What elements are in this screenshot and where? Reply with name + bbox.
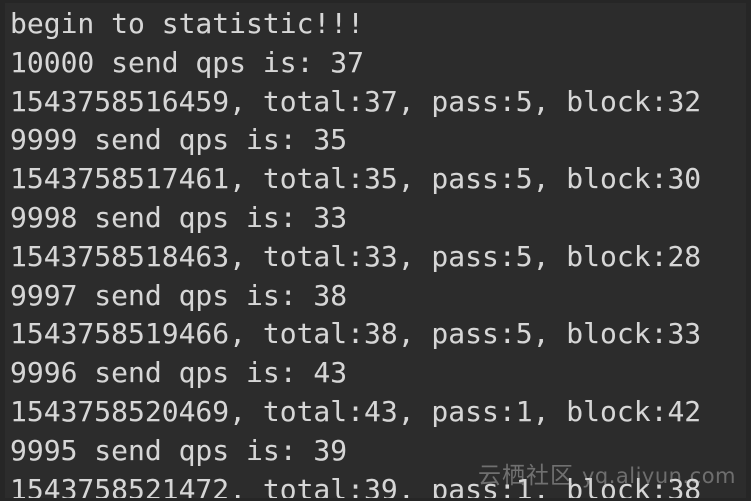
terminal-line: 1543758519466, total:38, pass:5, block:3… xyxy=(10,317,702,351)
terminal-line: 9995 send qps is: 39 xyxy=(10,433,348,467)
terminal-line: 9998 send qps is: 33 xyxy=(10,200,348,234)
terminal-line: 9996 send qps is: 43 xyxy=(10,356,348,390)
terminal-line: begin to statistic!!! xyxy=(10,7,365,40)
terminal-console-surface[interactable]: begin to statistic!!! 10000 send qps is:… xyxy=(5,3,746,498)
terminal-line: 1543758517461, total:35, pass:5, block:3… xyxy=(10,162,702,196)
terminal-line: 1543758516459, total:37, pass:5, block:3… xyxy=(10,84,702,118)
terminal-line: 9997 send qps is: 38 xyxy=(10,278,348,312)
terminal-line: 1543758520469, total:43, pass:1, block:4… xyxy=(10,394,702,428)
terminal-line: 1543758521472, total:39, pass:1, block:3… xyxy=(10,472,702,498)
terminal-output: begin to statistic!!! 10000 send qps is:… xyxy=(10,5,746,498)
terminal-window: begin to statistic!!! 10000 send qps is:… xyxy=(0,0,751,501)
terminal-line: 9999 send qps is: 35 xyxy=(10,123,348,157)
terminal-line: 10000 send qps is: 37 xyxy=(10,45,365,79)
terminal-line: 1543758518463, total:33, pass:5, block:2… xyxy=(10,239,702,273)
